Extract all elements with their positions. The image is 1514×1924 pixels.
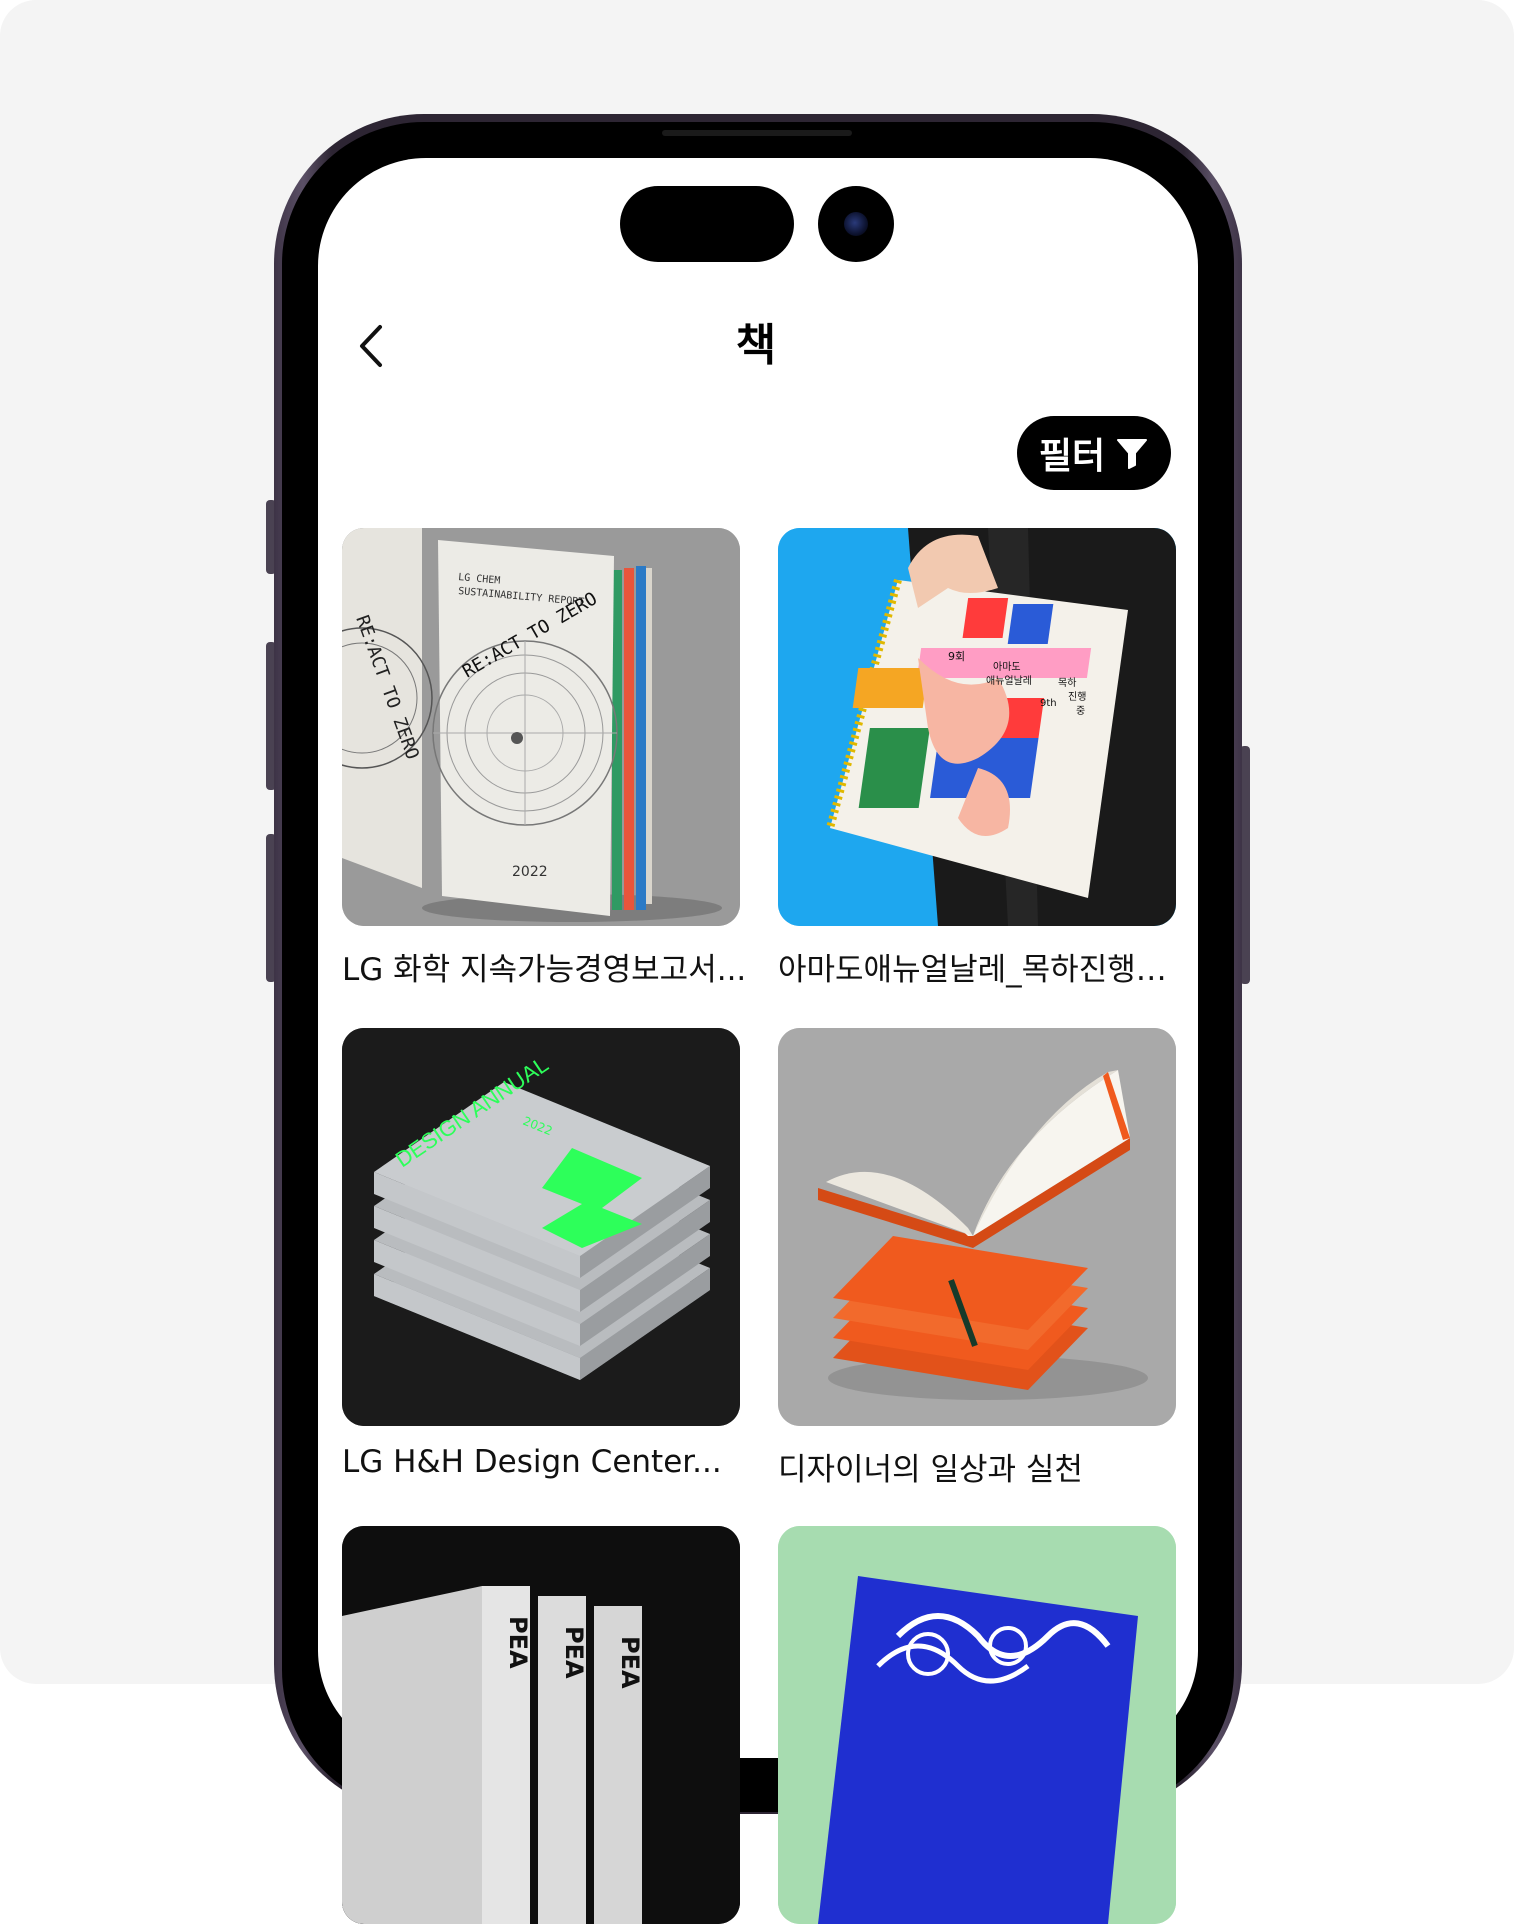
book-card[interactable]: PEA PEA PEA [342,1526,740,1924]
camera-lens [844,212,868,236]
book-cover-image [778,1526,1176,1924]
book-title: LG H&H Design Center... [342,1444,722,1480]
book-title: LG 화학 지속가능경영보고서... [342,952,747,988]
pea-books-image: PEA PEA PEA [342,1526,740,1924]
book-cover-image: RE:ACT TO ZERO LG CHEM SUSTAINABILITY RE… [342,528,740,926]
bottom-edge [318,1640,1198,1684]
front-camera [818,186,894,262]
book-card[interactable]: 디자이너의 일상과 실천 [778,1028,1176,1489]
cover-text-e: 진행 [1068,691,1086,703]
book-cover-image: 9회 아마도 애뉴얼날레 목하 진행 9th 중 [778,528,1176,926]
book-cover-image: PEA PEA PEA [342,1526,740,1924]
dynamic-island [620,186,794,262]
back-button[interactable] [346,316,396,376]
cover-text-c: 애뉴얼날레 [986,675,1032,687]
cover-text-d: 목하 [1058,676,1076,689]
blue-book-image [778,1526,1176,1924]
book-cover-image: DESIGN ANNUAL 2022 [342,1028,740,1426]
filter-button[interactable]: 필터 [1017,416,1171,490]
book-card[interactable] [778,1526,1176,1924]
book-card[interactable]: RE:ACT TO ZERO LG CHEM SUSTAINABILITY RE… [342,528,746,989]
lg-chem-report-image: RE:ACT TO ZERO LG CHEM SUSTAINABILITY RE… [342,528,740,926]
filter-label: 필터 [1038,436,1106,477]
page-title: 책 [735,320,777,371]
designer-book-image [778,1028,1176,1426]
book-title: 디자이너의 일상과 실천 [778,1452,1083,1488]
cover-text-g: 중 [1076,705,1085,717]
speaker-slit [662,130,852,136]
cover-text-f: 9th [1040,698,1057,709]
book-card[interactable]: DESIGN ANNUAL 2022 LG H&H Design Center.… [342,1028,740,1480]
book-card[interactable]: 9회 아마도 애뉴얼날레 목하 진행 9th 중 아마도애뉴얼날레_목하진행중.… [778,528,1188,989]
amado-annual-image: 9회 아마도 애뉴얼날레 목하 진행 9th 중 [778,528,1176,926]
book-cover-image [778,1028,1176,1426]
funnel-icon [1117,439,1148,469]
cover-text-a: 9회 [948,650,965,663]
chevron-left-icon [360,325,382,367]
cover-text-b: 아마도 [993,661,1021,673]
book-title: 아마도애뉴얼날레_목하진행중... [778,952,1188,988]
design-annual-image: DESIGN ANNUAL 2022 [342,1028,740,1426]
cover-year: 2022 [512,864,548,880]
